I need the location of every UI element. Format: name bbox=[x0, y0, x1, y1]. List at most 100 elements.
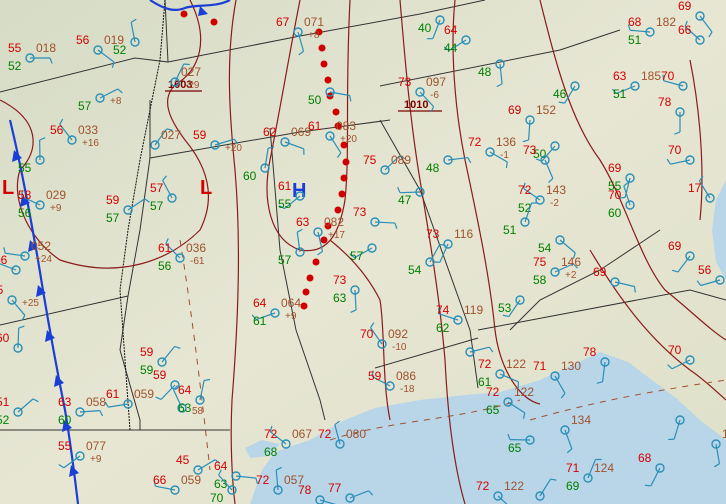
station-pressure: 097 bbox=[426, 75, 446, 89]
station-temperature: 61 bbox=[308, 119, 322, 133]
station-pressure-tendency: +8 bbox=[308, 30, 320, 41]
station-temperature: 62 bbox=[263, 125, 277, 139]
station-dewpoint: 55 bbox=[18, 161, 32, 175]
station-temperature: 64 bbox=[253, 296, 267, 310]
station-pressure: 086 bbox=[396, 369, 416, 383]
station-temperature: 73 bbox=[398, 75, 412, 89]
station-pressure-tendency: -2 bbox=[550, 198, 559, 209]
station-temperature: 72 bbox=[476, 479, 490, 493]
station-temperature: 73 bbox=[426, 227, 440, 241]
station-temperature: 75 bbox=[363, 153, 377, 167]
station-pressure: 134 bbox=[571, 413, 591, 427]
station-dewpoint: 68 bbox=[264, 445, 278, 459]
station-temperature: 70 bbox=[668, 343, 682, 357]
station-temperature: 69 bbox=[668, 239, 682, 253]
station-pressure-tendency: +16 bbox=[82, 138, 99, 149]
station-pressure: 067 bbox=[292, 427, 312, 441]
station-temperature: 78 bbox=[658, 95, 672, 109]
station-pressure-tendency: 58 bbox=[192, 406, 204, 417]
surface-weather-map: H L L 1003 1010 55 52 018 56 019 67 071 +8 40 64 4… bbox=[0, 0, 726, 504]
station-temperature: 67 bbox=[276, 15, 290, 29]
station-temperature: 71 bbox=[533, 359, 547, 373]
station-temperature: 73 bbox=[333, 273, 347, 287]
station-temperature: 59 bbox=[153, 368, 167, 382]
station-temperature: 73 bbox=[523, 143, 537, 157]
station-pressure: 182 bbox=[656, 15, 676, 29]
station-dewpoint: 62 bbox=[436, 321, 450, 335]
station-temperature: 60 bbox=[0, 331, 10, 345]
station-pressure: 082 bbox=[324, 215, 344, 229]
station-pressure: 119 bbox=[464, 303, 483, 317]
station-temperature: 59 bbox=[106, 193, 120, 207]
station-dewpoint: 58 bbox=[533, 273, 547, 287]
station-temperature: 69 bbox=[508, 103, 522, 117]
station-temperature: 59 bbox=[368, 369, 382, 383]
station-dewpoint: 52 bbox=[113, 43, 127, 57]
station-pressure: 029 bbox=[46, 188, 66, 202]
station-temperature: 51 bbox=[0, 395, 10, 409]
wind-barb-flag-icon bbox=[439, 243, 446, 246]
station-dewpoint: 53 bbox=[498, 301, 512, 315]
station-dewpoint: 56 bbox=[18, 206, 32, 220]
station-pressure: 143 bbox=[546, 183, 566, 197]
station-dewpoint: 69 bbox=[566, 479, 580, 493]
station-pressure-tendency: -61 bbox=[190, 256, 205, 267]
station-pressure-tendency: +9 bbox=[285, 311, 297, 322]
station-dewpoint: 46 bbox=[553, 87, 567, 101]
station-temperature: 68 bbox=[628, 15, 642, 29]
station-dewpoint: 55 bbox=[278, 197, 292, 211]
station-pressure: 122 bbox=[506, 357, 526, 371]
station-pressure-tendency: -10 bbox=[392, 342, 407, 353]
station-dewpoint: 51 bbox=[628, 33, 642, 47]
station-temperature: 61 bbox=[278, 179, 292, 193]
station-temperature: 72 bbox=[478, 357, 492, 371]
station-pressure: 122 bbox=[504, 479, 524, 493]
station-temperature: 61 bbox=[106, 387, 120, 401]
station-pressure: 018 bbox=[36, 41, 56, 55]
station-pressure-tendency: -18 bbox=[400, 384, 415, 395]
station-pressure-tendency: +24 bbox=[35, 254, 52, 265]
station-temperature: 78 bbox=[583, 345, 597, 359]
station-temperature: 72 bbox=[486, 385, 500, 399]
station-temperature: 55 bbox=[58, 439, 72, 453]
map-canvas: H L L 1003 1010 555201856 01967 071+840 644… bbox=[0, 0, 726, 504]
station-temperature: 71 bbox=[566, 461, 580, 475]
station-dewpoint: 47 bbox=[398, 193, 412, 207]
station-dewpoint: 57 bbox=[278, 253, 292, 267]
station-pressure: 027 bbox=[181, 65, 201, 79]
station-temperature: 63 bbox=[613, 69, 627, 83]
high-pressure-center: H bbox=[292, 180, 306, 202]
station-pressure: 130 bbox=[561, 359, 581, 373]
station-dewpoint: 57 bbox=[106, 211, 120, 225]
station-pressure: 059 bbox=[181, 473, 201, 487]
station-pressure: 064 bbox=[281, 296, 301, 310]
station-pressure-tendency: +20 bbox=[340, 134, 357, 145]
station-dewpoint: 65 bbox=[486, 403, 500, 417]
station-pressure: 089 bbox=[391, 153, 411, 167]
station-temperature: 17 bbox=[688, 181, 702, 195]
station-temperature: 72 bbox=[518, 183, 532, 197]
station-temperature: 73 bbox=[353, 205, 367, 219]
station-dewpoint: 63 bbox=[214, 477, 228, 491]
station-dewpoint: 61 bbox=[253, 314, 267, 328]
station-pressure: 152 bbox=[536, 103, 556, 117]
station-dewpoint: 52 bbox=[0, 413, 10, 427]
station-dewpoint: 59 bbox=[140, 363, 154, 377]
station-temperature: 56 bbox=[76, 33, 90, 47]
station-dewpoint: 52 bbox=[8, 59, 22, 73]
station-pressure-tendency: -29 bbox=[185, 80, 200, 91]
station-dewpoint: 60 bbox=[58, 413, 72, 427]
station-temperature: 58 bbox=[18, 188, 32, 202]
station-temperature: 66 bbox=[153, 473, 167, 487]
station-temperature: 72 bbox=[468, 135, 482, 149]
station-temperature: 59 bbox=[140, 345, 154, 359]
station-temperature: 56 bbox=[698, 263, 712, 277]
station-temperature: 63 bbox=[296, 215, 310, 229]
station-pressure: 080 bbox=[346, 427, 366, 441]
station-dewpoint: 48 bbox=[426, 161, 440, 175]
station-dewpoint: 57 bbox=[78, 99, 92, 113]
station-pressure: 116 bbox=[454, 227, 473, 241]
station-temperature: 45 bbox=[176, 453, 190, 467]
station-pressure-tendency: +9 bbox=[50, 203, 62, 214]
station-pressure: 092 bbox=[388, 327, 408, 341]
